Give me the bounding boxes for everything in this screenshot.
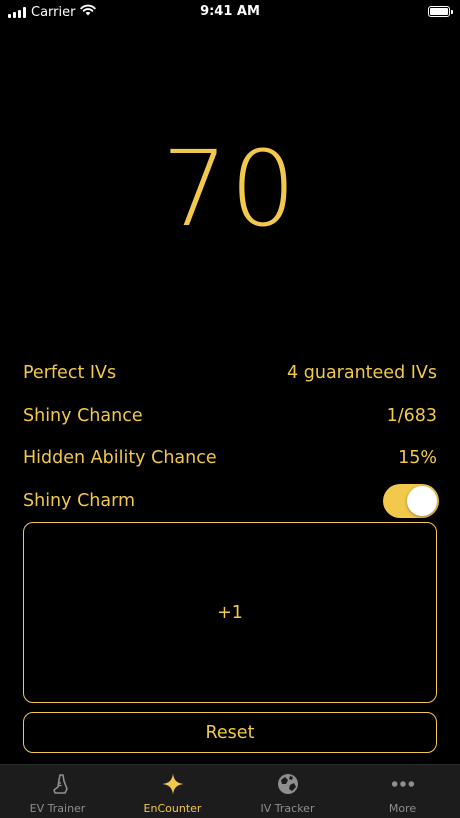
tab-label-ev-trainer: EV Trainer xyxy=(29,802,86,815)
battery-icon xyxy=(428,6,453,17)
perfect-ivs-value: 4 guaranteed IVs xyxy=(287,363,437,384)
increment-button[interactable]: +1 xyxy=(23,522,437,703)
tab-iv-tracker[interactable]: IV Tracker xyxy=(230,765,345,818)
tab-bar: EV Trainer EnCounter IV Tracker More xyxy=(0,764,460,818)
perfect-ivs-label: Perfect IVs xyxy=(23,363,117,384)
hidden-ability-label: Hidden Ability Chance xyxy=(23,448,217,469)
status-time: 9:41 AM xyxy=(200,4,260,19)
info-rows: Perfect IVs 4 guaranteed IVs Shiny Chanc… xyxy=(23,352,439,523)
globe-icon xyxy=(275,771,301,797)
tab-label-more: More xyxy=(388,802,417,815)
status-bar: Carrier 9:41 AM xyxy=(0,0,460,24)
shoe-icon xyxy=(45,771,71,797)
ellipsis-icon xyxy=(390,771,416,797)
sparkle-icon xyxy=(160,771,186,797)
perfect-ivs-row: Perfect IVs 4 guaranteed IVs xyxy=(23,352,437,395)
hidden-ability-row: Hidden Ability Chance 15% xyxy=(23,437,437,480)
shiny-charm-toggle[interactable] xyxy=(383,483,439,518)
shiny-charm-label: Shiny Charm xyxy=(23,490,136,511)
encounter-counter: 70 xyxy=(161,128,299,250)
tab-encounter[interactable]: EnCounter xyxy=(115,765,230,818)
tab-label-iv-tracker: IV Tracker xyxy=(260,802,315,815)
shiny-chance-label: Shiny Chance xyxy=(23,405,143,426)
tab-label-encounter: EnCounter xyxy=(143,802,202,815)
toggle-knob xyxy=(407,485,437,516)
shiny-chance-value: 1/683 xyxy=(386,405,437,426)
hidden-ability-value: 15% xyxy=(398,448,437,469)
tab-ev-trainer[interactable]: EV Trainer xyxy=(0,765,115,818)
tab-more[interactable]: More xyxy=(345,765,460,818)
shiny-charm-row: Shiny Charm xyxy=(23,480,439,523)
shiny-chance-row: Shiny Chance 1/683 xyxy=(23,395,437,438)
reset-button[interactable]: Reset xyxy=(23,712,437,753)
